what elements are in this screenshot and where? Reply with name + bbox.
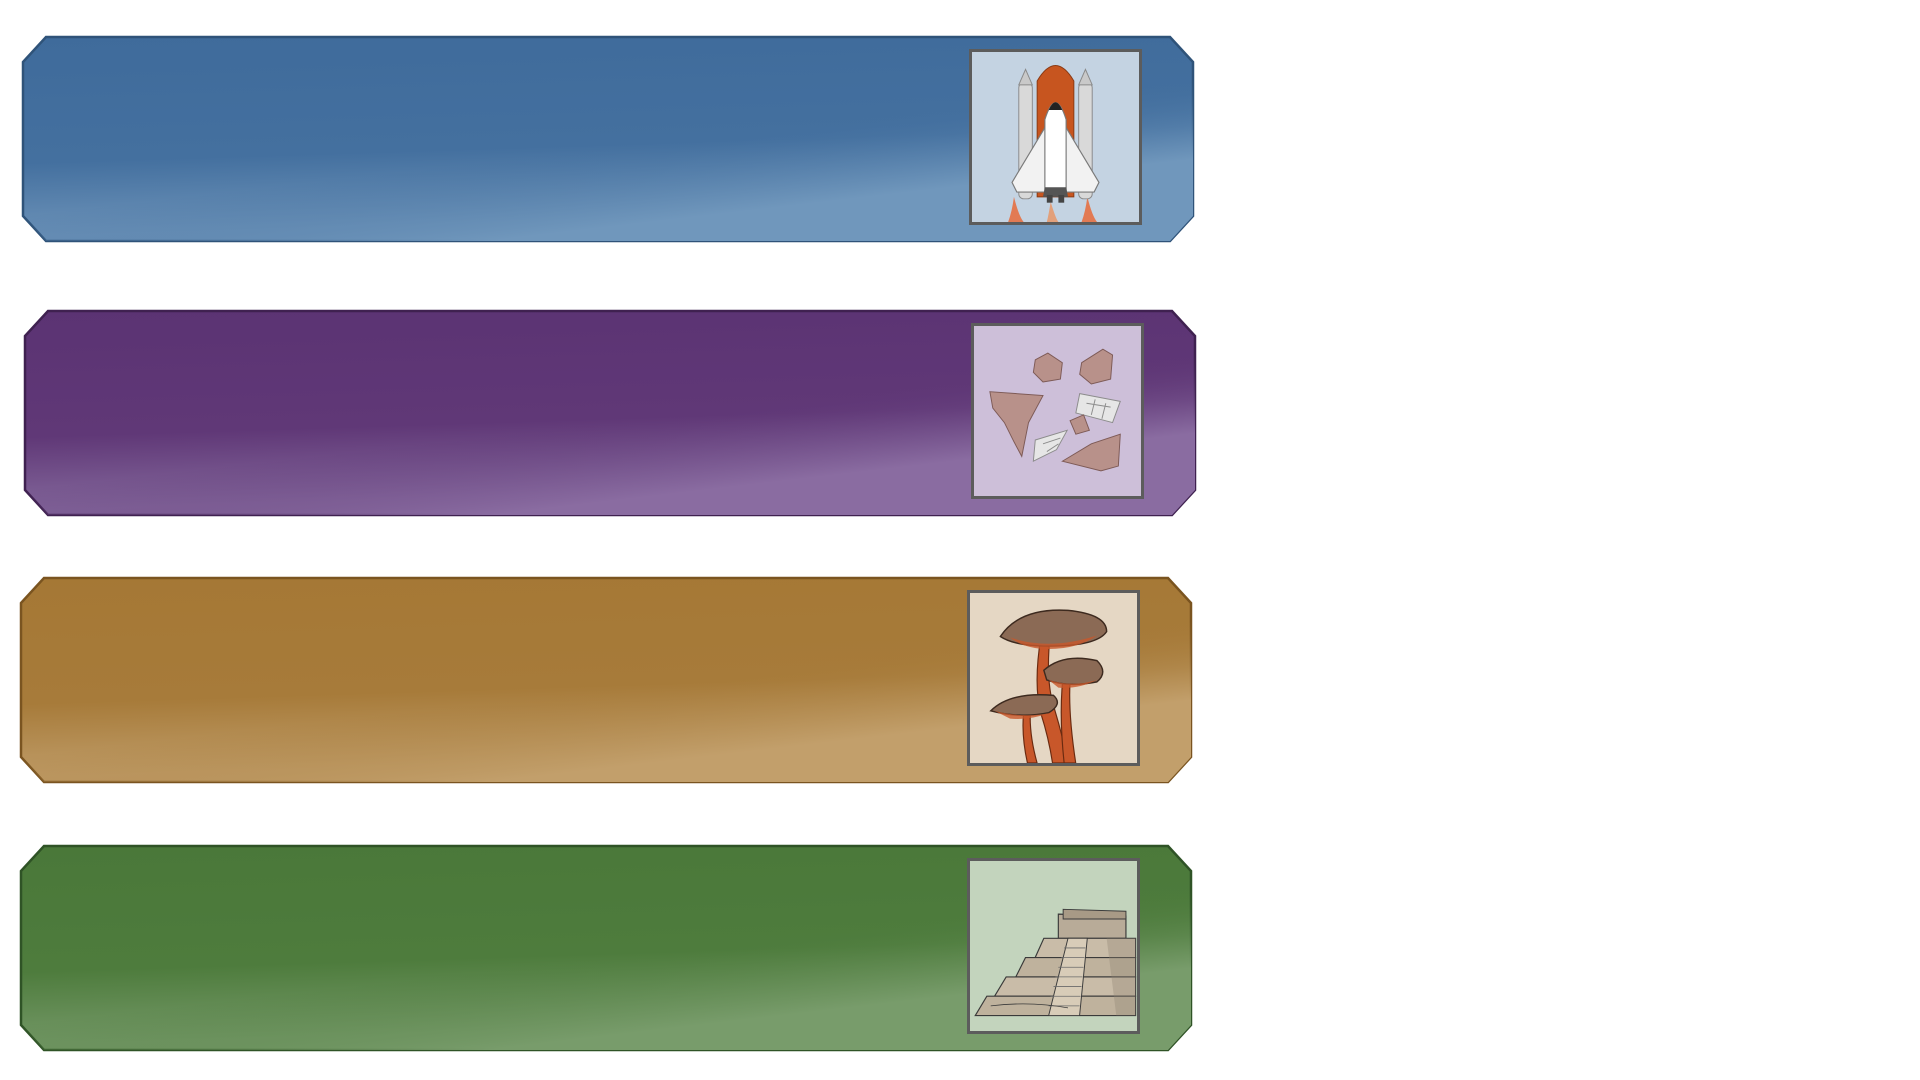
banner-space[interactable] [21,35,1195,243]
banner-fungi[interactable] [19,576,1193,784]
banner-thumbnail [971,323,1144,499]
stepped-pyramid-icon [971,861,1137,1031]
banner-thumbnail [967,590,1140,766]
space-shuttle-icon [973,52,1138,222]
banner-fragments[interactable] [23,309,1197,517]
rock-fragments-icon [975,326,1140,496]
banner-ancient[interactable] [19,844,1193,1052]
banner-thumbnail [967,858,1140,1034]
stage [0,0,1920,1080]
giant-mushroom-icon [971,593,1136,763]
banner-thumbnail [969,49,1142,225]
